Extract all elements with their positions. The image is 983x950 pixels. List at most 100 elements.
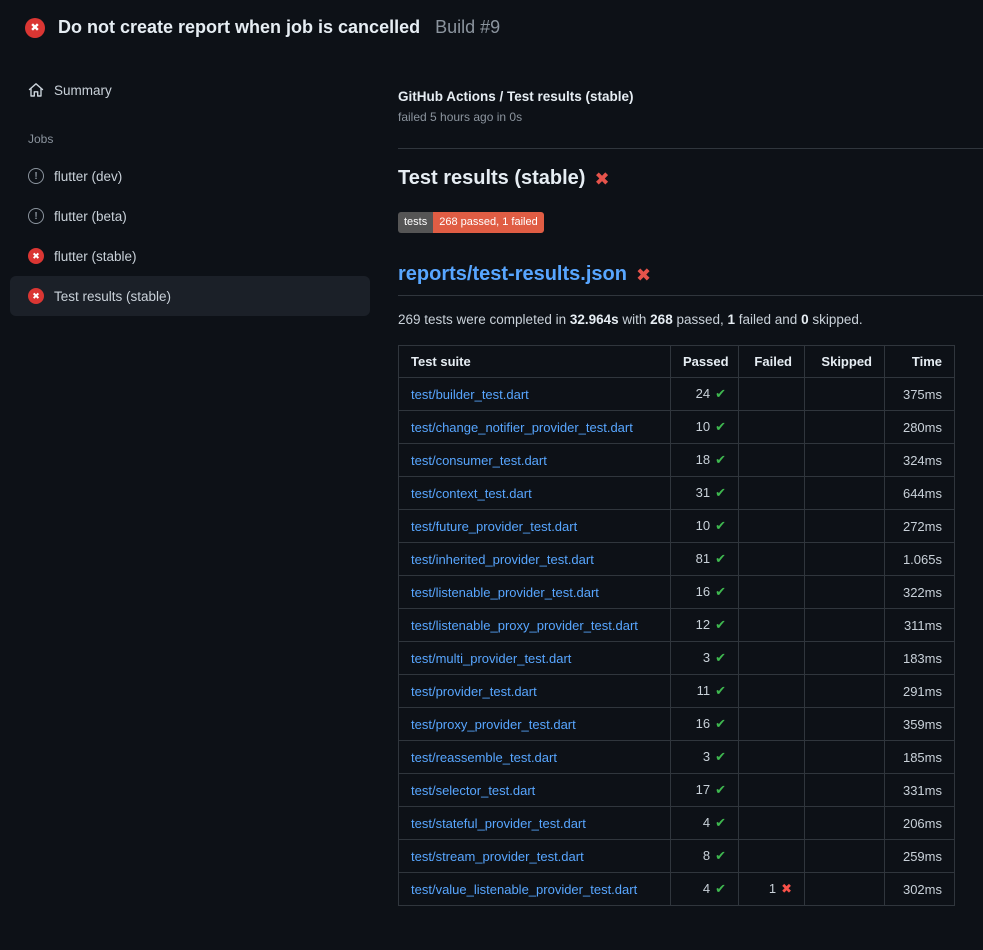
failed-x-icon: ✖ (636, 266, 651, 284)
skipped-cell (805, 576, 885, 609)
passed-cell: 24✔ (671, 378, 739, 411)
suite-link[interactable]: test/stream_provider_test.dart (411, 849, 584, 864)
skipped-cell (805, 840, 885, 873)
table-row: test/proxy_provider_test.dart 16✔ 359ms (399, 708, 955, 741)
failed-cell (739, 807, 805, 840)
skipped-cell (805, 675, 885, 708)
main-content: GitHub Actions / Test results (stable) f… (380, 53, 983, 906)
skipped-cell (805, 510, 885, 543)
suite-cell: test/listenable_provider_test.dart (399, 576, 671, 609)
table-row: test/consumer_test.dart 18✔ 324ms (399, 444, 955, 477)
failed-cell (739, 411, 805, 444)
passed-cell: 31✔ (671, 477, 739, 510)
suite-link[interactable]: test/listenable_provider_test.dart (411, 585, 599, 600)
sidebar-item-label: flutter (stable) (54, 249, 137, 264)
failed-cell (739, 444, 805, 477)
failed-cell (739, 477, 805, 510)
sidebar-item-flutter-stable[interactable]: ✖ flutter (stable) (10, 236, 370, 276)
skipped-cell (805, 378, 885, 411)
failed-cell (739, 576, 805, 609)
table-row: test/listenable_proxy_provider_test.dart… (399, 609, 955, 642)
suite-cell: test/listenable_proxy_provider_test.dart (399, 609, 671, 642)
suite-link[interactable]: test/value_listenable_provider_test.dart (411, 882, 637, 897)
suite-link[interactable]: test/multi_provider_test.dart (411, 651, 571, 666)
suite-link[interactable]: test/listenable_proxy_provider_test.dart (411, 618, 638, 633)
suite-link[interactable]: test/consumer_test.dart (411, 453, 547, 468)
suite-link[interactable]: test/provider_test.dart (411, 684, 537, 699)
failed-cell (739, 840, 805, 873)
col-header-failed: Failed (739, 346, 805, 378)
sidebar-item-flutter-dev[interactable]: ! flutter (dev) (10, 156, 370, 196)
time-cell: 322ms (885, 576, 955, 609)
skipped-cell (805, 873, 885, 906)
time-cell: 185ms (885, 741, 955, 774)
suite-cell: test/context_test.dart (399, 477, 671, 510)
suite-cell: test/provider_test.dart (399, 675, 671, 708)
divider (398, 148, 983, 149)
table-row: test/context_test.dart 31✔ 644ms (399, 477, 955, 510)
suite-cell: test/stream_provider_test.dart (399, 840, 671, 873)
suite-link[interactable]: test/future_provider_test.dart (411, 519, 577, 534)
skipped-cell (805, 741, 885, 774)
suite-link[interactable]: test/proxy_provider_test.dart (411, 717, 576, 732)
passed-cell: 3✔ (671, 642, 739, 675)
col-header-test-suite: Test suite (399, 346, 671, 378)
results-table: Test suite Passed Failed Skipped Time te… (398, 345, 955, 906)
sidebar: Summary Jobs ! flutter (dev) ! flutter (… (0, 53, 380, 316)
failed-cell (739, 543, 805, 576)
skipped-cell (805, 774, 885, 807)
time-cell: 291ms (885, 675, 955, 708)
time-cell: 375ms (885, 378, 955, 411)
suite-link[interactable]: test/selector_test.dart (411, 783, 535, 798)
build-number: Build #9 (435, 17, 500, 38)
col-header-time: Time (885, 346, 955, 378)
failed-cell (739, 774, 805, 807)
failed-cell (739, 741, 805, 774)
summary-part: passed, (673, 312, 728, 327)
suite-cell: test/stateful_provider_test.dart (399, 807, 671, 840)
suite-link[interactable]: test/inherited_provider_test.dart (411, 552, 594, 567)
skipped-cell (805, 477, 885, 510)
sidebar-item-label: Summary (54, 83, 112, 98)
summary-duration: 32.964s (570, 312, 619, 327)
passed-cell: 16✔ (671, 708, 739, 741)
report-file-link[interactable]: reports/test-results.json (398, 263, 627, 286)
build-header: ✖ Do not create report when job is cance… (0, 0, 983, 53)
section-title-text: Test results (stable) (398, 167, 585, 190)
passed-cell: 17✔ (671, 774, 739, 807)
col-header-skipped: Skipped (805, 346, 885, 378)
suite-cell: test/consumer_test.dart (399, 444, 671, 477)
passed-cell: 16✔ (671, 576, 739, 609)
table-row: test/multi_provider_test.dart 3✔ 183ms (399, 642, 955, 675)
failed-status-icon: ✖ (28, 248, 44, 264)
skipped-cell (805, 411, 885, 444)
time-cell: 272ms (885, 510, 955, 543)
summary-failed-count: 1 (728, 312, 736, 327)
suite-cell: test/reassemble_test.dart (399, 741, 671, 774)
summary-skipped-count: 0 (801, 312, 809, 327)
time-cell: 359ms (885, 708, 955, 741)
suite-link[interactable]: test/change_notifier_provider_test.dart (411, 420, 633, 435)
failed-cell (739, 708, 805, 741)
table-row: test/change_notifier_provider_test.dart … (399, 411, 955, 444)
table-row: test/listenable_provider_test.dart 16✔ 3… (399, 576, 955, 609)
suite-link[interactable]: test/stateful_provider_test.dart (411, 816, 586, 831)
sidebar-item-flutter-beta[interactable]: ! flutter (beta) (10, 196, 370, 236)
skipped-cell (805, 807, 885, 840)
sidebar-item-summary[interactable]: Summary (10, 70, 370, 110)
suite-link[interactable]: test/builder_test.dart (411, 387, 529, 402)
suite-link[interactable]: test/context_test.dart (411, 486, 532, 501)
col-header-passed: Passed (671, 346, 739, 378)
sidebar-item-test-results-stable[interactable]: ✖ Test results (stable) (10, 276, 370, 316)
suite-link[interactable]: test/reassemble_test.dart (411, 750, 557, 765)
table-row: test/builder_test.dart 24✔ 375ms (399, 378, 955, 411)
skipped-cell (805, 444, 885, 477)
sidebar-item-label: Test results (stable) (54, 289, 171, 304)
passed-cell: 10✔ (671, 510, 739, 543)
table-row: test/provider_test.dart 11✔ 291ms (399, 675, 955, 708)
table-header-row: Test suite Passed Failed Skipped Time (399, 346, 955, 378)
table-row: test/stateful_provider_test.dart 4✔ 206m… (399, 807, 955, 840)
suite-cell: test/multi_provider_test.dart (399, 642, 671, 675)
table-row: test/stream_provider_test.dart 8✔ 259ms (399, 840, 955, 873)
suite-cell: test/value_listenable_provider_test.dart (399, 873, 671, 906)
